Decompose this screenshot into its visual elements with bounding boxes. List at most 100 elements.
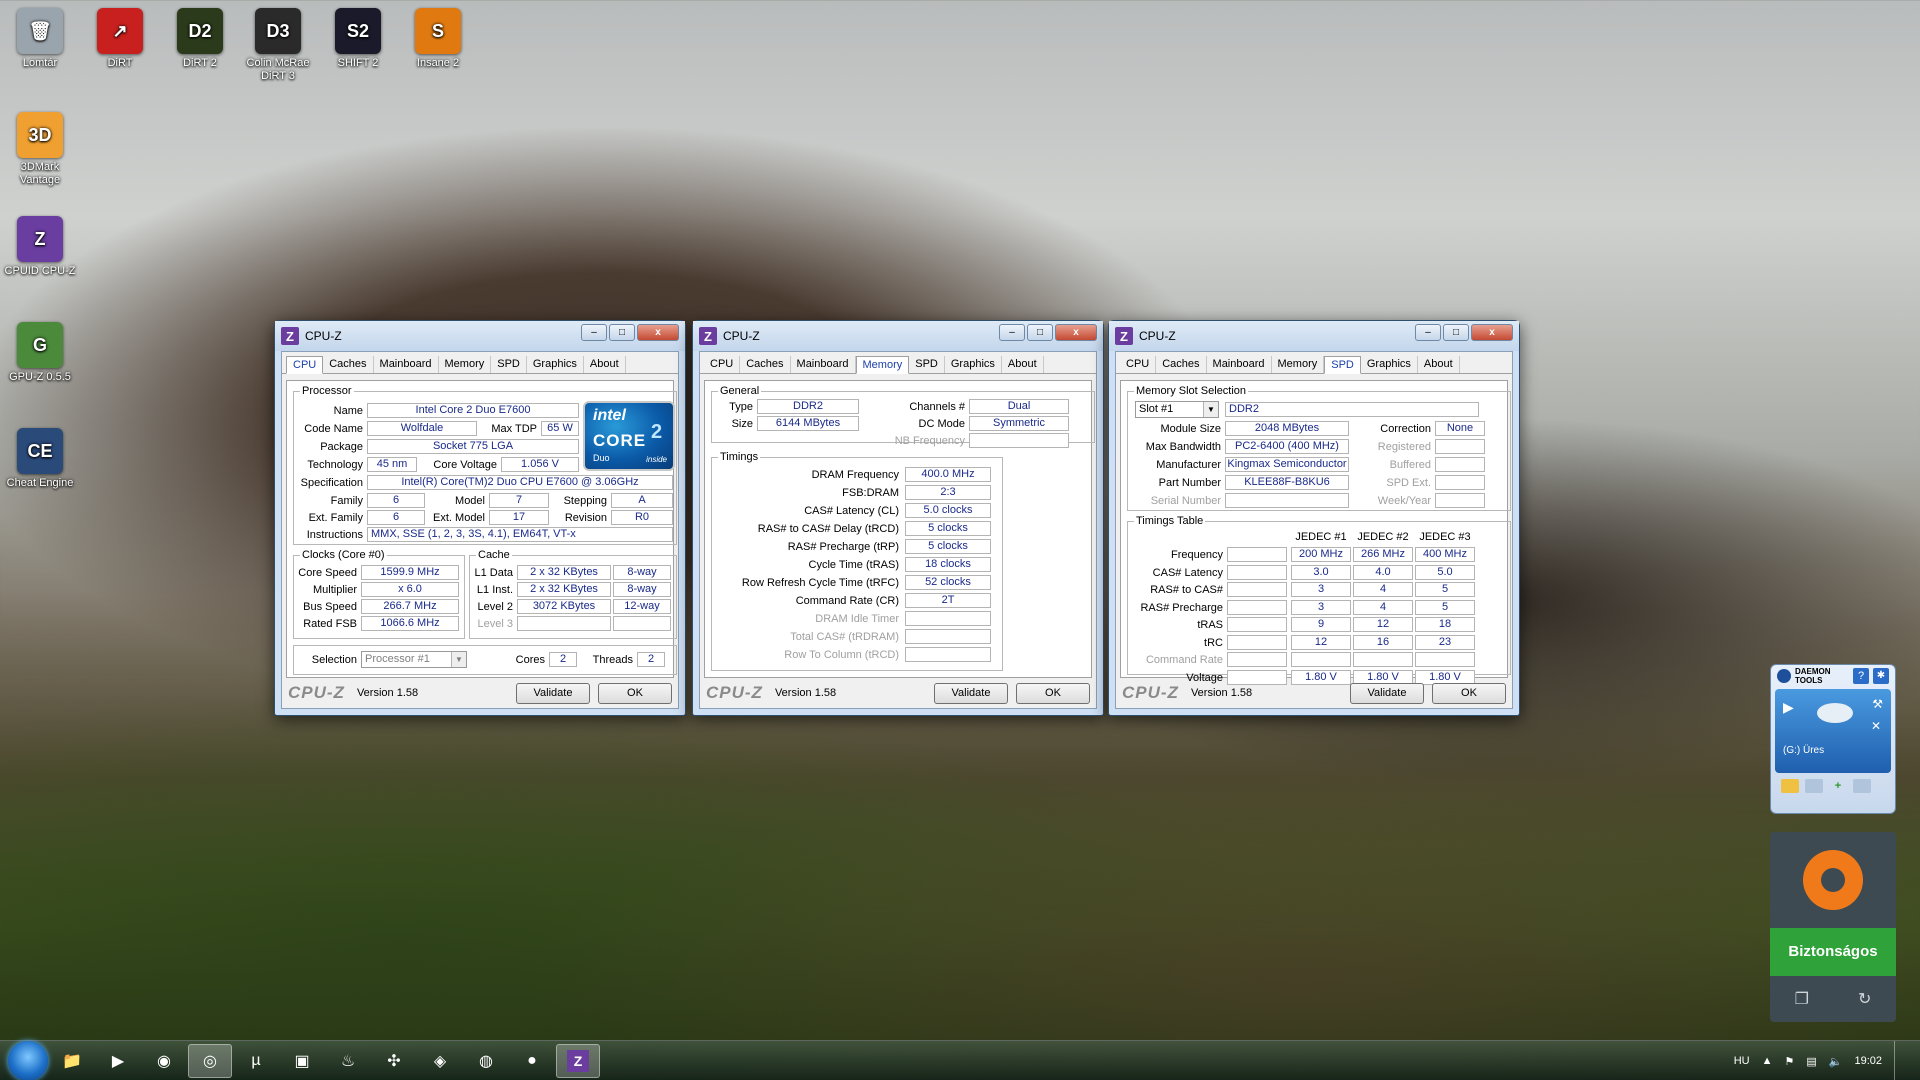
tab-mainboard[interactable]: Mainboard	[374, 356, 439, 373]
cpuz-window-spd[interactable]: Z CPU-Z – □ x CPU Caches Mainboard Memor…	[1108, 320, 1520, 716]
desktop-icon-gpu-z-0-5-5[interactable]: G GPU-Z 0.5.5	[2, 322, 78, 384]
desktop-icon-3dmark-vantage[interactable]: 3D 3DMark Vantage	[2, 112, 78, 187]
desktop-icon-label: Cheat Engine	[6, 477, 74, 489]
jedec-header-1: JEDEC #1	[1295, 531, 1347, 543]
modulesize-value: 2048 MBytes	[1225, 421, 1349, 436]
avast-gadget[interactable]: Biztonságos ❐ ↻	[1770, 832, 1896, 1022]
network-icon[interactable]: ▤	[1806, 1055, 1816, 1068]
title-bar[interactable]: Z CPU-Z – □ x	[275, 321, 685, 351]
desktop-icon-dirt[interactable]: ↗ DiRT	[82, 8, 158, 70]
flag-icon[interactable]: ⚑	[1784, 1055, 1794, 1068]
validate-button[interactable]: Validate	[934, 682, 1008, 704]
minimize-button[interactable]: –	[581, 323, 607, 341]
volume-icon[interactable]: 🔈	[1829, 1055, 1843, 1068]
add-icon[interactable]: +	[1829, 779, 1847, 793]
folder-icon[interactable]	[1781, 779, 1799, 793]
desktop-icon-dirt-2[interactable]: D2 DiRT 2	[162, 8, 238, 70]
firefox-icon[interactable]: ◉	[142, 1044, 186, 1078]
cores-value: 2	[549, 652, 577, 667]
validate-button[interactable]: Validate	[516, 682, 590, 704]
wrench-icon[interactable]: ⚒	[1872, 697, 1883, 711]
tab-memory[interactable]: Memory	[1272, 356, 1325, 373]
desktop-icon-colin-mcrae-dirt-3[interactable]: D3 Colin McRae DiRT 3	[240, 8, 316, 83]
cpuz-window-memory[interactable]: Z CPU-Z – □ x CPU Caches Mainboard Memor…	[692, 320, 1104, 716]
clock[interactable]: 19:02	[1854, 1055, 1882, 1067]
play-icon[interactable]: ▶	[1783, 699, 1794, 716]
close-button[interactable]: x	[1471, 323, 1513, 341]
help-icon[interactable]: ?	[1853, 668, 1869, 684]
start-button[interactable]	[8, 1040, 48, 1080]
desktop-icon-insane-2[interactable]: S Insane 2	[400, 8, 476, 70]
drive-icon[interactable]	[1853, 779, 1871, 793]
tab-spd[interactable]: SPD	[909, 356, 945, 373]
timing-cell: 3.0	[1291, 564, 1351, 580]
tab-spd[interactable]: SPD	[491, 356, 527, 373]
settings-icon[interactable]: ✱	[1873, 668, 1889, 684]
game-app-icon[interactable]: ◈	[418, 1044, 462, 1078]
tab-caches[interactable]: Caches	[323, 356, 374, 373]
steam-icon[interactable]: ♨	[326, 1044, 370, 1078]
slot-select[interactable]: Slot #1 ▼	[1135, 401, 1219, 418]
tab-memory[interactable]: Memory	[855, 356, 910, 374]
desktop-icon-cheat-engine[interactable]: CE Cheat Engine	[2, 428, 78, 490]
processor-select[interactable]: Processor #1 ▼	[361, 651, 467, 668]
desktop-icon-lomt-r[interactable]: 🗑 Lomtár	[2, 8, 78, 70]
ok-button[interactable]: OK	[1432, 682, 1506, 704]
timing-cell: 12	[1291, 634, 1351, 650]
ok-button[interactable]: OK	[1016, 682, 1090, 704]
media-player-icon[interactable]: ▶	[96, 1044, 140, 1078]
tab-about[interactable]: About	[584, 356, 626, 373]
refresh-icon[interactable]: ↻	[1858, 989, 1871, 1009]
tab-graphics[interactable]: Graphics	[527, 356, 584, 373]
daemon-title: DAEMON TOOLS	[1795, 667, 1831, 685]
tab-cpu[interactable]: CPU	[286, 356, 324, 374]
virtual-drive-panel[interactable]: ▶ ⚒ ✕ (G:) Üres	[1775, 689, 1891, 773]
tab-about[interactable]: About	[1418, 356, 1460, 373]
desktop-icon-shift-2[interactable]: S2 SHIFT 2	[320, 8, 396, 70]
minimize-button[interactable]: –	[1415, 323, 1441, 341]
minimize-button[interactable]: –	[999, 323, 1025, 341]
show-desktop-button[interactable]	[1894, 1041, 1906, 1080]
tab-graphics[interactable]: Graphics	[945, 356, 1002, 373]
language-indicator[interactable]: HU	[1734, 1055, 1750, 1067]
level2-label: Level 2	[477, 601, 513, 613]
tab-caches[interactable]: Caches	[1156, 356, 1207, 373]
daemon-tools-gadget[interactable]: DAEMON TOOLS ? ✱ ▶ ⚒ ✕ (G:) Üres +	[1770, 664, 1896, 814]
tab-mainboard[interactable]: Mainboard	[1207, 356, 1272, 373]
tab-memory[interactable]: Memory	[439, 356, 492, 373]
validate-button[interactable]: Validate	[1350, 682, 1424, 704]
maxbw-value: PC2-6400 (400 MHz)	[1225, 439, 1349, 454]
tab-spd[interactable]: SPD	[1324, 356, 1361, 374]
tab-mainboard[interactable]: Mainboard	[791, 356, 856, 373]
close-button[interactable]: x	[637, 323, 679, 341]
tab-cpu[interactable]: CPU	[1120, 356, 1157, 373]
chrome-icon[interactable]: ◎	[188, 1043, 232, 1078]
tab-caches[interactable]: Caches	[740, 356, 791, 373]
ok-button[interactable]: OK	[598, 682, 672, 704]
tab-graphics[interactable]: Graphics	[1361, 356, 1418, 373]
maximize-button[interactable]: □	[609, 323, 635, 341]
tab-cpu[interactable]: CPU	[704, 356, 741, 373]
save-app-icon[interactable]: ▣	[280, 1044, 324, 1078]
maximize-button[interactable]: □	[1443, 323, 1469, 341]
image-icon[interactable]	[1805, 779, 1823, 793]
desktop-icon-cpuid-cpu-z[interactable]: Z CPUID CPU-Z	[2, 216, 78, 278]
tab-about[interactable]: About	[1002, 356, 1044, 373]
disc-app-icon[interactable]: ◍	[464, 1044, 508, 1078]
utorrent-icon[interactable]: µ	[234, 1044, 278, 1078]
network-app-icon[interactable]: ✣	[372, 1044, 416, 1078]
maximize-button[interactable]: □	[1027, 323, 1053, 341]
window-icon[interactable]: ❐	[1795, 989, 1809, 1009]
timing-cell-empty	[1227, 564, 1287, 580]
close-icon[interactable]: ✕	[1871, 719, 1881, 733]
cpuz-window-cpu[interactable]: Z CPU-Z – □ x CPU Caches Mainboard Memor…	[274, 320, 686, 716]
show-hidden-icons-icon[interactable]: ▲	[1762, 1055, 1773, 1067]
cpuz-taskbar-icon[interactable]: Z	[556, 1043, 600, 1078]
trcd2-value	[905, 647, 991, 662]
explorer-icon[interactable]: 📁	[50, 1044, 94, 1078]
misc-app-icon[interactable]: ●	[510, 1044, 554, 1078]
close-button[interactable]: x	[1055, 323, 1097, 341]
title-bar[interactable]: Z CPU-Z – □ x	[693, 321, 1103, 351]
title-bar[interactable]: Z CPU-Z – □ x	[1109, 321, 1519, 351]
avast-status[interactable]: Biztonságos	[1770, 928, 1896, 976]
